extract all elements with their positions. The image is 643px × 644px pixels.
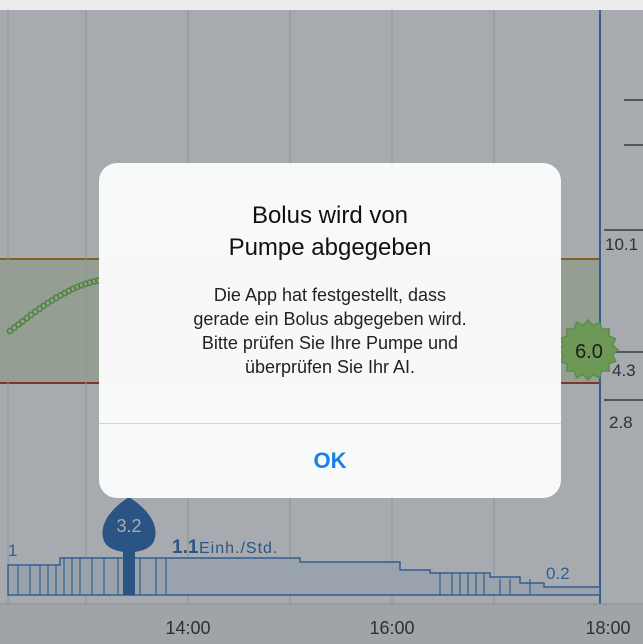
alert-message-line-3: Bitte prüfen Sie Ihre Pumpe und bbox=[201, 333, 459, 353]
alert-title-line-1: Bolus wird von bbox=[251, 202, 409, 229]
status-strip bbox=[0, 0, 643, 10]
glucose-chart-screen: 10.1 4.3 2.8 6.0 1 1.1 Einh./Std. 0.2 3.… bbox=[0, 0, 643, 644]
alert-message: Die App hat festgestellt, dass gerade ei… bbox=[129, 283, 531, 379]
alert-title-line-2: Pumpe abgegeben bbox=[228, 234, 432, 261]
alert-message-line-4: überprüfen Sie Ihr AI. bbox=[244, 357, 416, 377]
bolus-alert-dialog: Bolus wird von Pumpe abgegeben Die App h… bbox=[99, 163, 561, 498]
alert-message-line-1: Die App hat festgestellt, dass bbox=[213, 285, 447, 305]
ok-button[interactable]: OK bbox=[99, 424, 561, 498]
alert-message-line-2: gerade ein Bolus abgegeben wird. bbox=[193, 309, 467, 329]
alert-title: Bolus wird von Pumpe abgegeben bbox=[119, 200, 541, 264]
